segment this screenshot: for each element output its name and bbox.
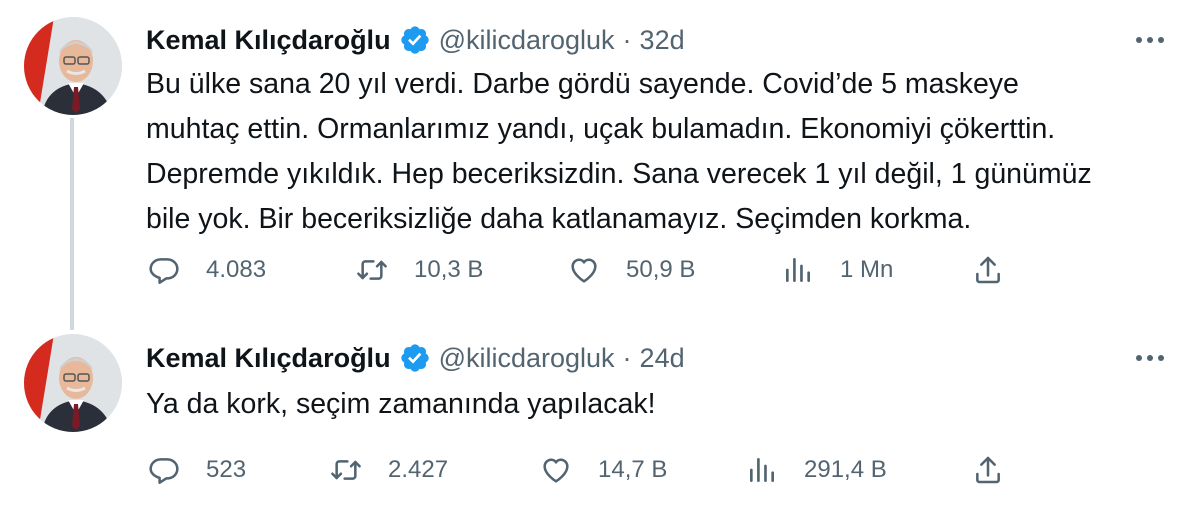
views-count: 1 Mn [840, 256, 894, 283]
retweet-count: 2.427 [388, 456, 449, 483]
reply-icon [148, 454, 180, 486]
avatar[interactable] [24, 17, 122, 115]
retweet-icon [330, 454, 362, 486]
tweet-text: Ya da kork, seçim zamanında yapılacak! [146, 388, 656, 420]
views-count: 291,4 B [804, 456, 887, 483]
share-icon [972, 454, 1004, 486]
more-options-icon[interactable] [1128, 346, 1172, 370]
avatar[interactable] [24, 334, 122, 432]
retweet-button[interactable]: 2.427 [330, 450, 448, 490]
verified-badge-icon [399, 342, 431, 374]
like-button[interactable]: 50,9 B [568, 250, 695, 290]
views-button[interactable]: 1 Mn [782, 250, 893, 290]
more-options-icon[interactable] [1128, 28, 1172, 52]
tweet-text: Bu ülke sana 20 yıl verdi. Darbe gördü s… [146, 68, 1092, 235]
views-chart-icon [746, 454, 778, 486]
reply-count: 4.083 [206, 256, 267, 283]
share-button[interactable] [972, 250, 1004, 290]
tweet-time[interactable]: 24d [640, 343, 685, 374]
reply-count: 523 [206, 456, 247, 483]
author-name[interactable]: Kemal Kılıçdaroğlu [146, 343, 391, 374]
tweet-time[interactable]: 32d [640, 25, 685, 56]
share-icon [972, 254, 1004, 286]
author-handle[interactable]: @kilicdarogluk [439, 25, 615, 56]
like-button[interactable]: 14,7 B [540, 450, 667, 490]
reply-button[interactable]: 523 [148, 450, 246, 490]
retweet-count: 10,3 B [414, 256, 484, 283]
heart-icon [540, 454, 572, 486]
reply-icon [148, 254, 180, 286]
separator-dot: · [622, 24, 632, 55]
tweet-header: Kemal Kılıçdaroğlu @kilicdarogluk · 24d [146, 338, 685, 378]
like-count: 14,7 B [598, 456, 668, 483]
like-count: 50,9 B [626, 256, 696, 283]
retweet-button[interactable]: 10,3 B [356, 250, 483, 290]
views-button[interactable]: 291,4 B [746, 450, 887, 490]
thread-line [70, 118, 74, 330]
author-name[interactable]: Kemal Kılıçdaroğlu [146, 25, 391, 56]
reply-button[interactable]: 4.083 [148, 250, 266, 290]
heart-icon [568, 254, 600, 286]
tweet-2[interactable]: Kemal Kılıçdaroğlu @kilicdarogluk · 24d … [0, 330, 1200, 508]
views-chart-icon [782, 254, 814, 286]
verified-badge-icon [399, 24, 431, 56]
separator-dot: · [622, 342, 632, 373]
share-button[interactable] [972, 450, 1004, 490]
tweet-1[interactable]: Kemal Kılıçdaroğlu @kilicdarogluk · 32d … [0, 0, 1200, 330]
author-handle[interactable]: @kilicdarogluk [439, 343, 615, 374]
tweet-header: Kemal Kılıçdaroğlu @kilicdarogluk · 32d [146, 20, 685, 60]
retweet-icon [356, 254, 388, 286]
